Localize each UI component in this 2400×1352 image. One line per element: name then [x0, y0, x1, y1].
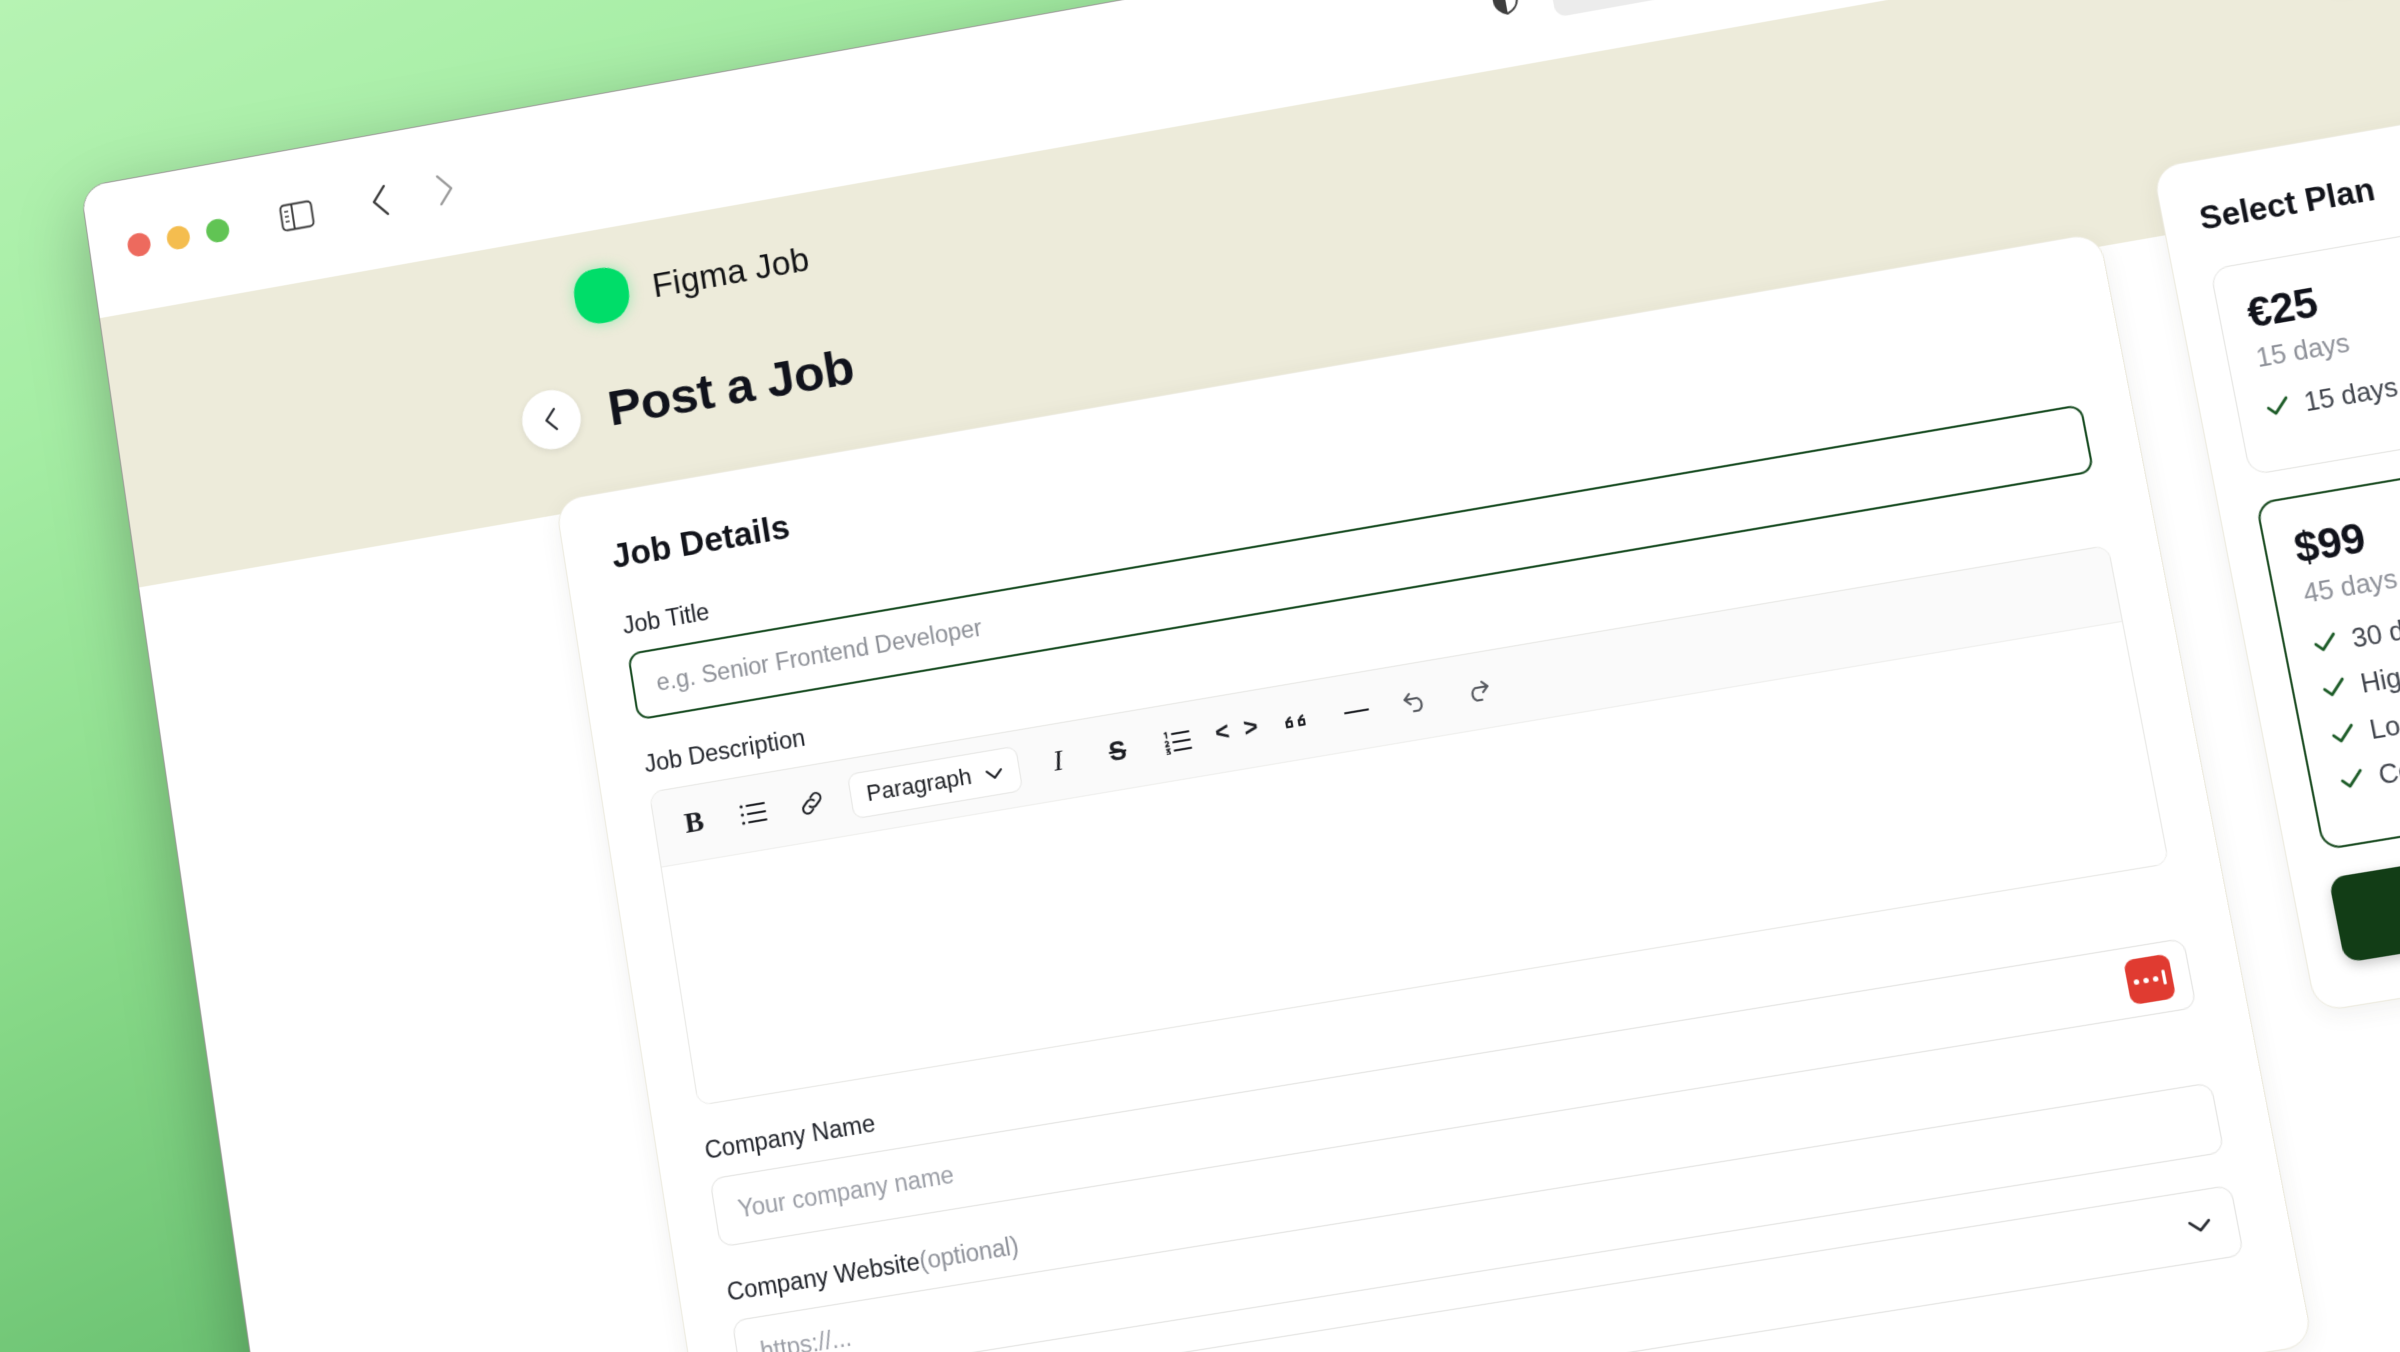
- blockquote-icon[interactable]: [1272, 697, 1320, 745]
- paragraph-format-value: Paragraph: [864, 763, 974, 807]
- plan-feature-text: 15 days: [2301, 372, 2400, 418]
- browser-navigation: [354, 163, 472, 226]
- minimize-window-button[interactable]: [165, 223, 192, 251]
- check-icon: [2312, 631, 2339, 654]
- code-icon[interactable]: < >: [1213, 707, 1261, 755]
- page-title: Post a Job: [604, 339, 858, 437]
- desktop-background: kardow.com: [0, 0, 2400, 1352]
- plan-option-premium[interactable]: $99 45 days 30 days Highlighted Looks Co…: [2255, 442, 2400, 851]
- window-traffic-lights[interactable]: [126, 216, 231, 258]
- shield-icon[interactable]: [1478, 0, 1533, 26]
- close-window-button[interactable]: [126, 230, 152, 258]
- redo-icon[interactable]: [1452, 667, 1501, 715]
- strikethrough-icon[interactable]: S: [1094, 728, 1142, 776]
- paragraph-format-select[interactable]: Paragraph: [846, 745, 1024, 820]
- check-icon: [2330, 722, 2357, 745]
- check-icon: [2338, 768, 2365, 791]
- browser-window: kardow.com: [79, 0, 2400, 1352]
- sidebar-toggle-icon[interactable]: [271, 190, 323, 242]
- check-icon: [2321, 676, 2348, 699]
- plan-price: $99: [2290, 514, 2369, 573]
- back-button[interactable]: [517, 385, 585, 454]
- undo-icon[interactable]: [1392, 677, 1441, 725]
- plan-option-basic[interactable]: €25 15 days 15 days: [2209, 208, 2400, 476]
- company-name-placeholder: Your company name: [736, 1160, 956, 1223]
- ordered-list-icon[interactable]: [1153, 718, 1201, 766]
- chevron-left-icon[interactable]: [354, 175, 406, 227]
- bold-icon[interactable]: B: [671, 799, 718, 847]
- perspective-scene: kardow.com: [0, 0, 2400, 1352]
- horizontal-rule-icon[interactable]: [1332, 687, 1380, 735]
- link-icon[interactable]: [788, 779, 835, 827]
- select-plan-title: Select Plan: [2196, 170, 2378, 238]
- italic-icon[interactable]: I: [1034, 738, 1082, 786]
- chevron-down-icon: [982, 758, 1005, 788]
- brand-name: Figma Job: [649, 239, 812, 305]
- chevron-right-icon[interactable]: [419, 163, 471, 215]
- company-website-optional: (optional): [917, 1231, 1021, 1275]
- figma-job-logo-icon: [570, 263, 634, 328]
- chevron-down-icon: [2186, 1216, 2215, 1235]
- bullet-list-icon[interactable]: [729, 789, 776, 837]
- password-manager-icon[interactable]: [2123, 953, 2177, 1006]
- check-icon: [2264, 395, 2291, 418]
- zoom-window-button[interactable]: [204, 216, 231, 244]
- plan-feature-text: 30 days: [2349, 608, 2400, 654]
